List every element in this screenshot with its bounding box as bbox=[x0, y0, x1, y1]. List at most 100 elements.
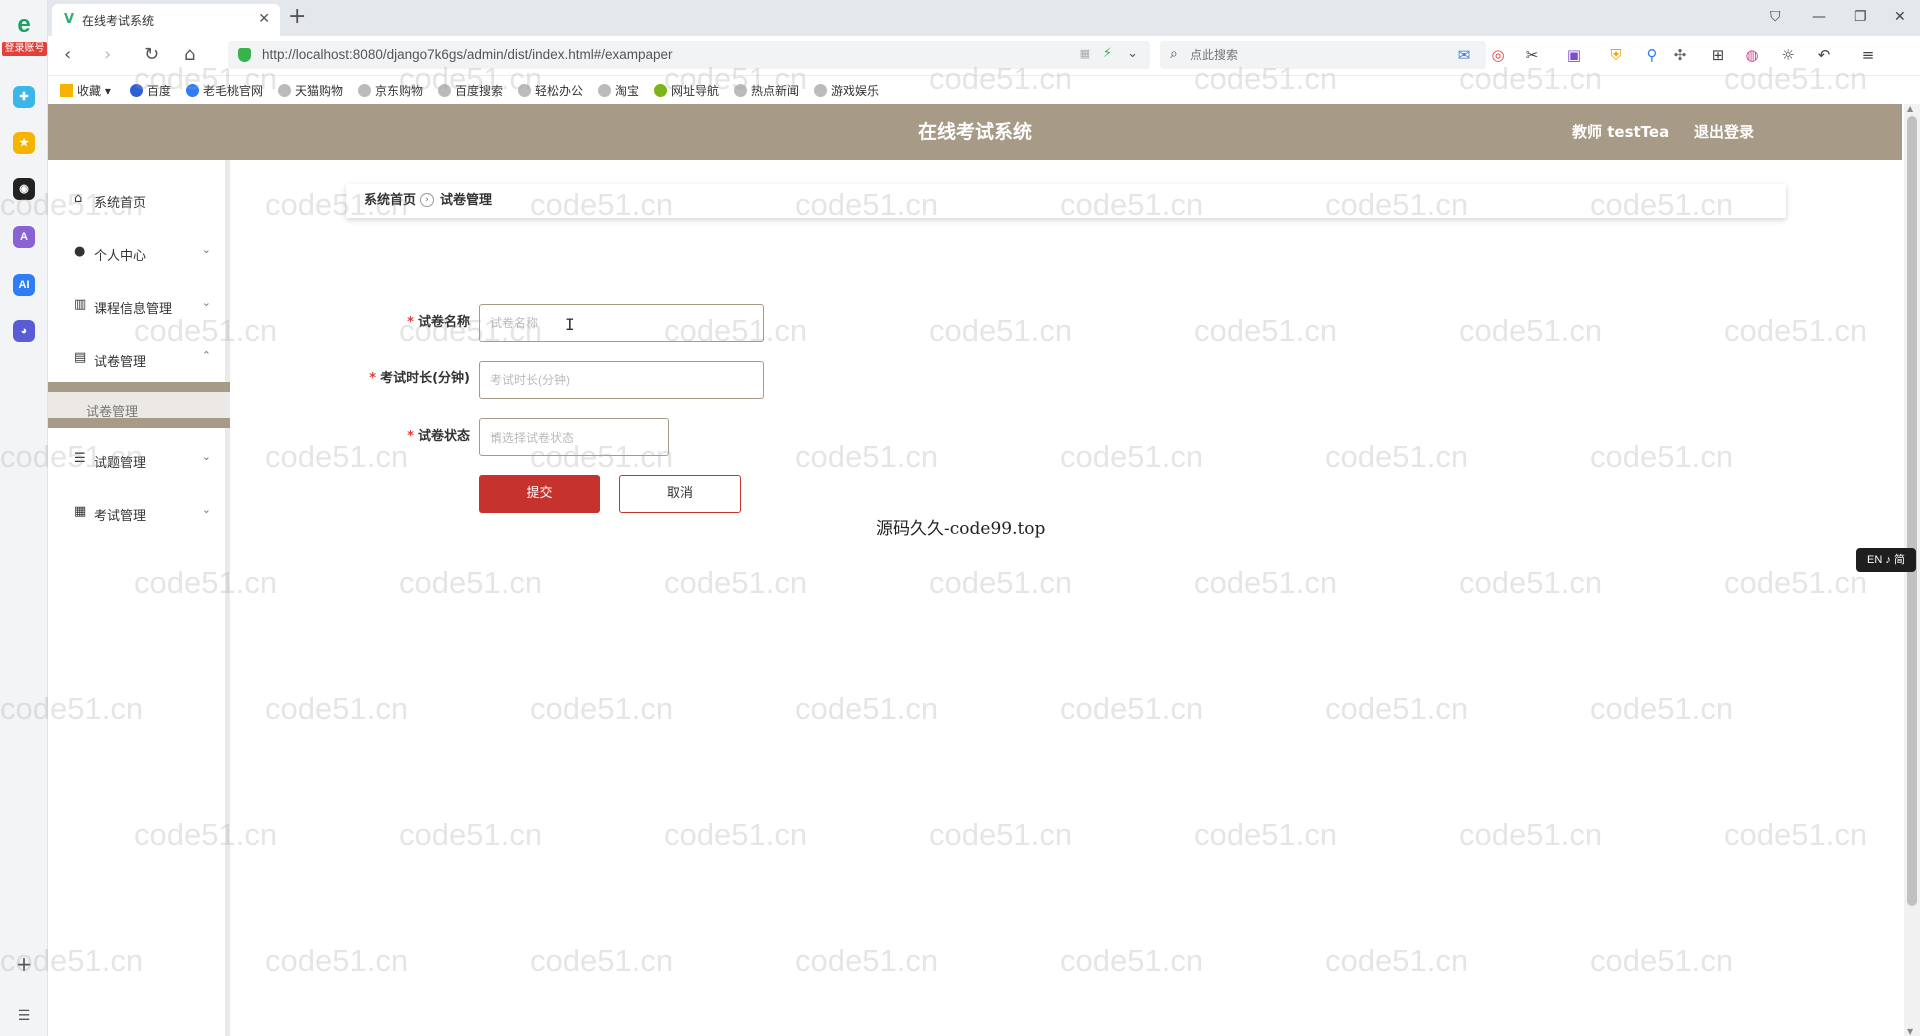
home-icon[interactable]: ⌂ bbox=[184, 44, 195, 66]
chevron-down-icon: ⌄ bbox=[201, 243, 211, 256]
watermark-text: code51.cn bbox=[1459, 565, 1603, 600]
ime-indicator[interactable]: EN ♪ 简 bbox=[1856, 548, 1916, 572]
submit-button[interactable]: 提交 bbox=[479, 475, 600, 513]
bookmark-games[interactable]: 游戏娱乐 bbox=[814, 82, 879, 99]
breadcrumb-home[interactable]: 系统首页 bbox=[364, 193, 416, 209]
duration-label: * 考试时长(分钟) bbox=[270, 371, 470, 387]
sidebar-item-label: 考试管理 bbox=[94, 509, 147, 524]
star-app-icon[interactable]: ★ bbox=[13, 132, 35, 154]
mail-icon[interactable]: ✉ bbox=[1454, 45, 1474, 65]
browser-tab[interactable]: V 在线考试系统 ✕ bbox=[52, 4, 280, 36]
colorful-ext-icon[interactable]: ◍ bbox=[1742, 45, 1762, 65]
watermark-text: code51.cn bbox=[265, 691, 409, 726]
search-input[interactable] bbox=[1190, 45, 1470, 65]
sidebar-item-exams[interactable]: ▦ 考试管理 ⌄ bbox=[48, 495, 225, 531]
url-text[interactable]: http://localhost:8080/django7k6gs/admin/… bbox=[262, 47, 673, 63]
ai-app-icon[interactable]: A bbox=[13, 226, 35, 248]
watermark-text: code51.cn bbox=[664, 817, 808, 852]
bookmark-nav[interactable]: 网址导航 bbox=[654, 82, 719, 99]
paper-name-input[interactable] bbox=[479, 304, 764, 342]
shield-ext-icon[interactable]: ⛨ bbox=[1606, 45, 1626, 65]
submenu-top-band bbox=[48, 382, 230, 392]
watermark-text: code51.cn bbox=[1590, 691, 1734, 726]
puzzle-icon[interactable]: ✣ bbox=[1670, 45, 1690, 65]
cancel-button[interactable]: 取消 bbox=[619, 475, 741, 513]
bookmark-news[interactable]: 热点新闻 bbox=[734, 82, 799, 99]
ai-assistant-icon[interactable]: AI bbox=[13, 274, 35, 296]
scissors-icon[interactable]: ✂ bbox=[1522, 45, 1542, 65]
sidebar-item-courses[interactable]: ▥ 课程信息管理 ⌄ bbox=[48, 288, 225, 324]
sidebar-item-questions[interactable]: ☰ 试题管理 ⌄ bbox=[48, 442, 225, 478]
bookmark-tmall[interactable]: 天猫购物 bbox=[278, 82, 343, 99]
menu-icon[interactable]: ≡ bbox=[1858, 45, 1878, 65]
watermark-text: code51.cn bbox=[1060, 439, 1204, 474]
forward-icon[interactable]: › bbox=[104, 44, 111, 66]
required-mark: * bbox=[369, 371, 377, 386]
close-tab-icon[interactable]: ✕ bbox=[258, 11, 270, 27]
bookmark-favorites[interactable]: 收藏 ▾ bbox=[60, 82, 111, 99]
browser-logo[interactable]: e 登录账号 bbox=[2, 11, 47, 56]
search-box[interactable]: ⌕ bbox=[1160, 41, 1486, 69]
list-icon: ☰ bbox=[74, 451, 86, 466]
bookmark-baidu[interactable]: 百度 bbox=[130, 82, 171, 99]
scroll-up-icon[interactable]: ▲ bbox=[1907, 104, 1913, 113]
shirt-icon[interactable]: ⛉ bbox=[1770, 8, 1781, 26]
brightness-icon[interactable]: ☼ bbox=[1778, 45, 1798, 65]
bookmark-baidu-search[interactable]: 百度搜索 bbox=[438, 82, 503, 99]
browser-e-icon: e bbox=[17, 11, 31, 38]
globe-icon bbox=[358, 84, 371, 97]
reload-icon[interactable]: ↻ bbox=[144, 44, 159, 66]
tab-strip: V 在线考试系统 ✕ + ⛉ — ❐ ✕ bbox=[48, 0, 1920, 36]
status-select[interactable]: 请选择试卷状态 ⌄ bbox=[479, 418, 669, 456]
secure-shield-icon bbox=[238, 48, 251, 62]
watermark-text: code51.cn bbox=[530, 943, 674, 978]
undo-icon[interactable]: ↶ bbox=[1814, 45, 1834, 65]
weibo-icon[interactable]: ◎ bbox=[1488, 45, 1508, 65]
sidebar-item-papers[interactable]: ▤ 试卷管理 ⌃ bbox=[48, 341, 225, 377]
duration-input[interactable] bbox=[479, 361, 764, 399]
sidebar-item-label: 试卷管理 bbox=[94, 355, 147, 370]
watermark-text: code51.cn bbox=[1194, 817, 1338, 852]
chevron-down-icon: ⌄ bbox=[201, 503, 211, 516]
breadcrumb-current: 试卷管理 bbox=[440, 193, 493, 208]
watermark-text: code51.cn bbox=[929, 817, 1073, 852]
list-icon[interactable]: ☰ bbox=[14, 1006, 34, 1026]
bookmark-laomaotao[interactable]: 老毛桃官网 bbox=[186, 82, 263, 99]
sidebar-item-profile[interactable]: ● 个人中心 ⌄ bbox=[48, 235, 225, 271]
robot-app-icon[interactable]: ◉ bbox=[13, 178, 35, 200]
address-bar[interactable]: http://localhost:8080/django7k6gs/admin/… bbox=[228, 41, 1150, 69]
required-mark: * bbox=[407, 429, 414, 444]
restore-icon[interactable]: ❐ bbox=[1854, 8, 1867, 26]
status-label: * 试卷状态 bbox=[270, 429, 470, 445]
translate-icon[interactable]: ▣ bbox=[1564, 45, 1584, 65]
plus-app-icon[interactable]: ✚ bbox=[13, 86, 35, 108]
bookmark-taobao[interactable]: 淘宝 bbox=[598, 82, 639, 99]
watermark-text: code51.cn bbox=[1459, 313, 1603, 348]
qr-icon[interactable]: ▦ bbox=[1080, 47, 1090, 60]
sidebar-item-home[interactable]: ⌂ 系统首页 bbox=[48, 182, 225, 218]
scrollbar-thumb[interactable] bbox=[1907, 116, 1917, 906]
globe-icon bbox=[814, 84, 827, 97]
label-text: 试卷状态 bbox=[417, 429, 470, 444]
bookmark-jd[interactable]: 京东购物 bbox=[358, 82, 423, 99]
grid-icon[interactable]: ⊞ bbox=[1708, 45, 1728, 65]
scroll-down-icon[interactable]: ▼ bbox=[1907, 1027, 1913, 1036]
star-icon bbox=[60, 84, 73, 97]
close-window-icon[interactable]: ✕ bbox=[1894, 8, 1906, 26]
watermark-text: code51.cn bbox=[1194, 565, 1338, 600]
add-icon[interactable]: + bbox=[14, 954, 34, 974]
watermark-text: code51.cn bbox=[795, 691, 939, 726]
chevron-up-icon: ⌃ bbox=[201, 349, 211, 362]
login-badge[interactable]: 登录账号 bbox=[2, 42, 47, 56]
watermark-text: code51.cn bbox=[1459, 817, 1603, 852]
magnifier-ext-icon[interactable]: ⚲ bbox=[1642, 45, 1662, 65]
new-tab-button[interactable]: + bbox=[288, 4, 306, 29]
back-icon[interactable]: ‹ bbox=[64, 44, 71, 66]
lightning-icon[interactable]: ⚡ bbox=[1103, 46, 1112, 61]
current-user: 教师 testTea bbox=[1572, 123, 1670, 141]
chevron-down-icon[interactable]: ⌄ bbox=[1127, 46, 1138, 61]
minimize-icon[interactable]: — bbox=[1812, 8, 1826, 26]
bookmark-office[interactable]: 轻松办公 bbox=[518, 82, 583, 99]
logout-button[interactable]: 退出登录 bbox=[1694, 123, 1754, 141]
game-app-icon[interactable]: ◕ bbox=[13, 320, 35, 342]
